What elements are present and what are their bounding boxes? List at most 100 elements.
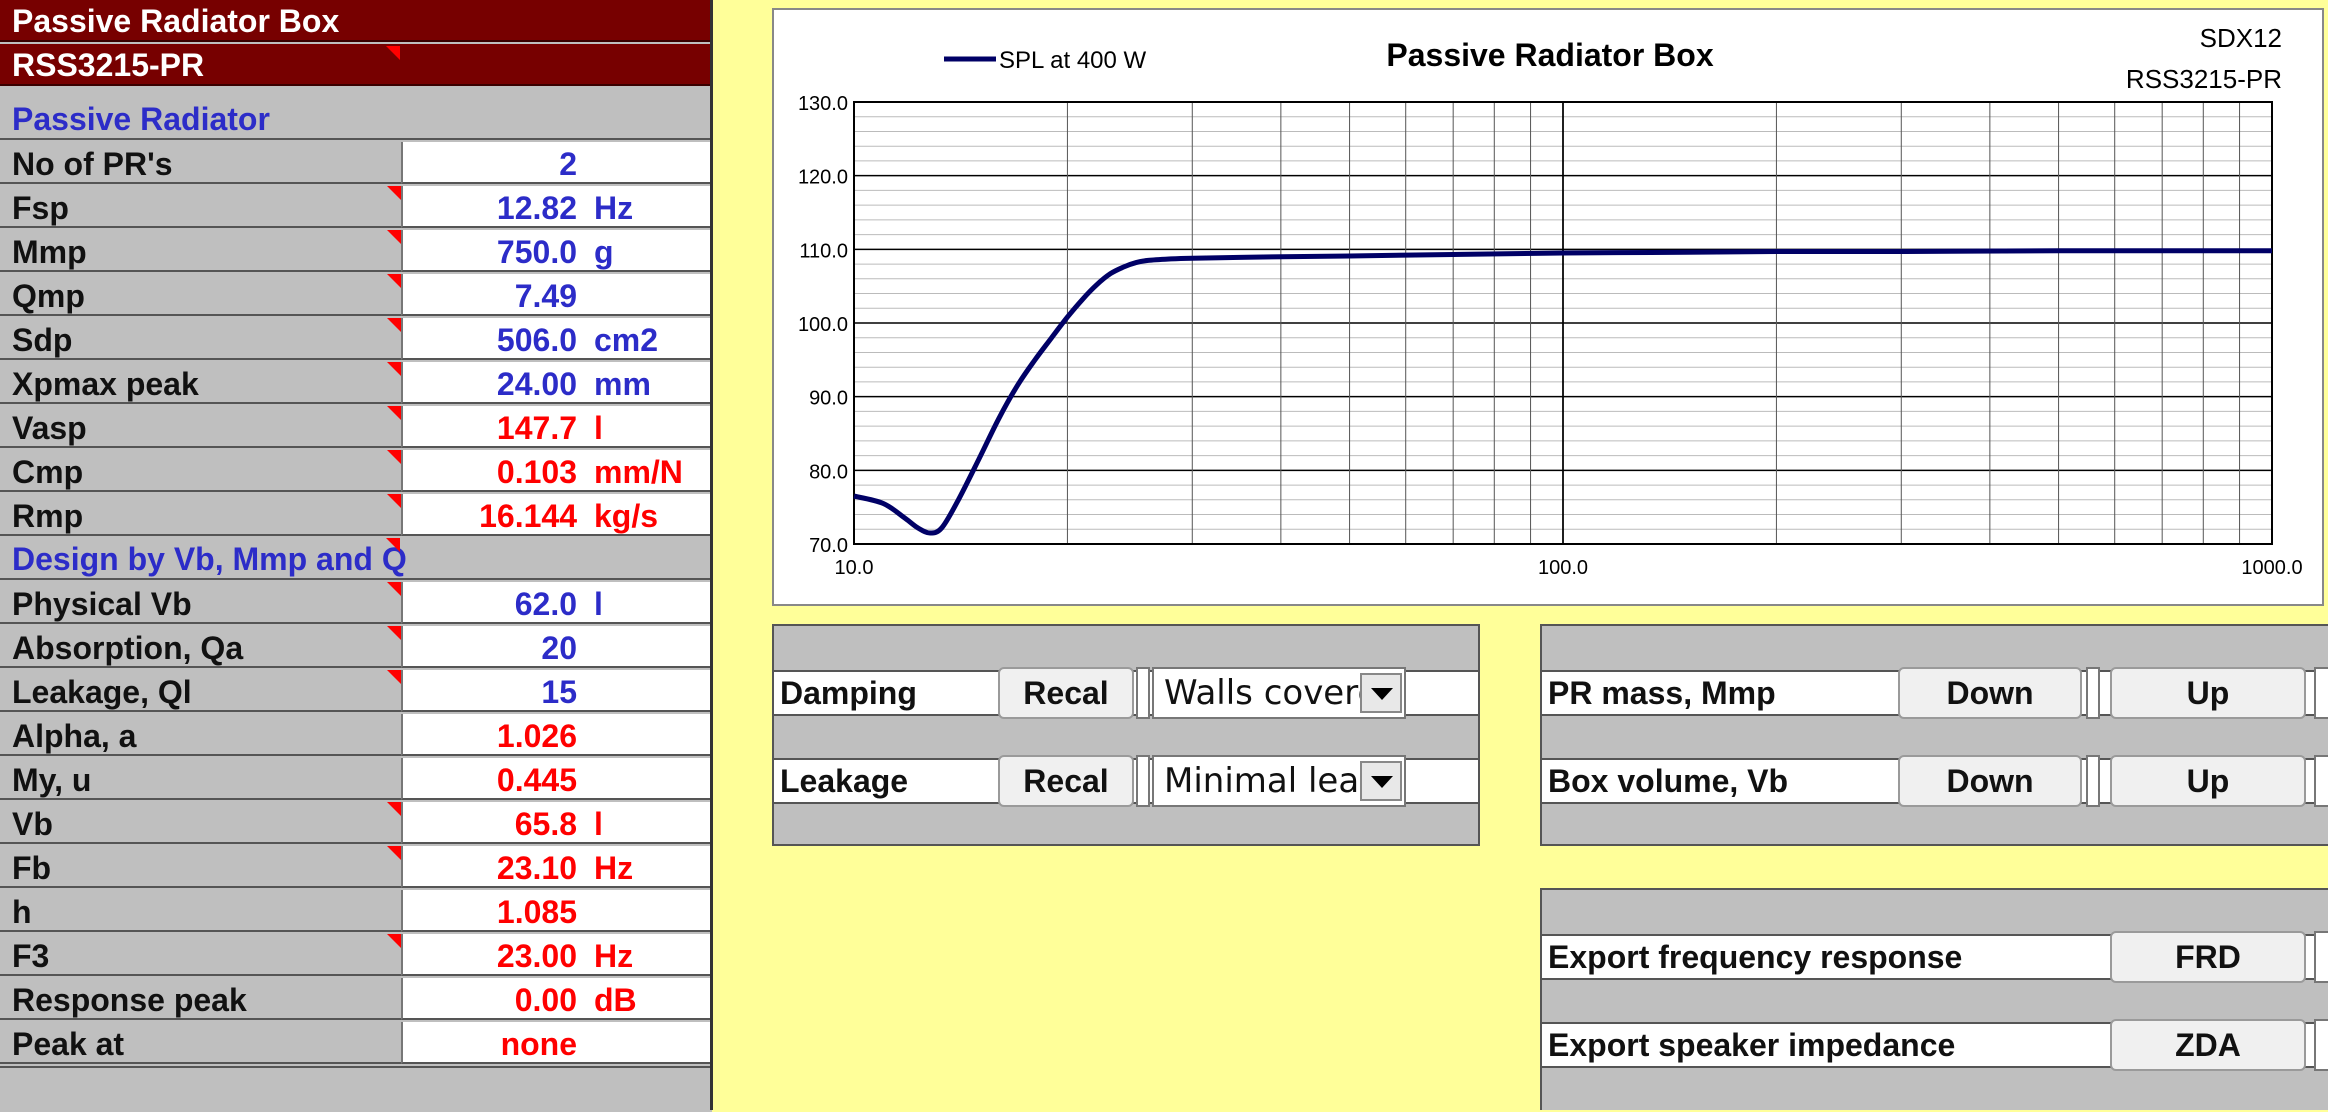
param-value-cell[interactable]: 20 [401, 626, 712, 668]
comment-marker[interactable] [386, 538, 400, 552]
param-label: F3 [0, 934, 401, 976]
comment-marker[interactable] [387, 230, 401, 244]
param-label: Physical Vb [0, 582, 401, 624]
chevron-down-icon[interactable] [1360, 673, 1402, 713]
param-value: 506.0 [496, 322, 577, 358]
param-row: Absorption, Qa 20 [0, 626, 712, 670]
param-label: No of PR's [0, 142, 401, 184]
pr-mass-down-button[interactable]: Down [1898, 667, 2082, 719]
param-value-cell[interactable]: 12.82 Hz [401, 186, 712, 228]
y-tick-label: 90.0 [809, 388, 848, 410]
param-value-cell[interactable]: 0.103 mm/N [401, 450, 712, 492]
export-fr-edge [2314, 931, 2328, 983]
box-volume-edge [2314, 755, 2328, 807]
param-label: Rmp [0, 494, 401, 536]
comment-marker[interactable] [387, 934, 401, 948]
section-design-label: Design by Vb, Mmp and Q [12, 541, 407, 577]
y-tick-label: 70.0 [809, 535, 848, 557]
param-value: 1.026 [496, 718, 577, 754]
param-value-cell[interactable]: 62.0 l [401, 582, 712, 624]
chevron-down-icon[interactable] [1360, 761, 1402, 801]
param-value: 0.445 [496, 762, 577, 798]
param-label: Vb [0, 802, 401, 844]
pr-mass-label: PR mass, Mmp [1548, 675, 1776, 711]
param-value-cell[interactable]: 750.0 g [401, 230, 712, 272]
param-value: 62.0 [514, 586, 577, 622]
section-design: Design by Vb, Mmp and Q [0, 538, 712, 580]
box-volume-down-button[interactable]: Down [1898, 755, 2082, 807]
comment-marker[interactable] [387, 494, 401, 508]
param-unit: dB [594, 982, 637, 1018]
param-value: 0.103 [496, 454, 577, 490]
comment-marker[interactable] [387, 406, 401, 420]
param-value-cell[interactable]: 0.00 dB [401, 978, 712, 1020]
comment-marker[interactable] [387, 318, 401, 332]
x-tick-label: 100.0 [1538, 557, 1588, 579]
param-unit: g [594, 234, 614, 270]
chart-legend: SPL at 400 W [944, 47, 1147, 74]
sheet-model: RSS3215-PR [0, 44, 712, 86]
y-tick-label: 110.0 [799, 240, 848, 262]
sheet-border [710, 0, 713, 1110]
comment-marker[interactable] [387, 582, 401, 596]
damping-select[interactable]: Walls covered [1152, 667, 1406, 719]
param-value: 0.00 [514, 982, 577, 1018]
param-value-cell[interactable]: 1.026 [401, 714, 712, 756]
adjust-panel: PR mass, Mmp Down Up Box volume, Vb Down… [1540, 624, 2328, 846]
param-row: Peak at none [0, 1022, 712, 1066]
param-value-cell[interactable]: none [401, 1022, 712, 1064]
param-unit: l [594, 586, 603, 622]
param-value-cell[interactable]: 0.445 [401, 758, 712, 800]
comment-marker[interactable] [387, 846, 401, 860]
section-passive-radiator: Passive Radiator [0, 98, 712, 140]
export-imp-label: Export speaker impedance [1548, 1027, 1956, 1063]
param-value-cell[interactable]: 147.7 l [401, 406, 712, 448]
param-value-cell[interactable]: 16.144 kg/s [401, 494, 712, 536]
param-row: Physical Vb 62.0 l [0, 582, 712, 626]
param-row: Xpmax peak 24.00 mm [0, 362, 712, 406]
x-tick-label: 10.0 [835, 557, 874, 579]
pr-mass-spacer [2086, 667, 2100, 719]
pr-mass-up-button[interactable]: Up [2110, 667, 2306, 719]
comment-marker[interactable] [387, 802, 401, 816]
param-value-cell[interactable]: 65.8 l [401, 802, 712, 844]
leakage-recal-button[interactable]: Recal [998, 755, 1134, 807]
damping-combo-left-edge [1136, 667, 1150, 719]
param-value-cell[interactable]: 15 [401, 670, 712, 712]
param-value: 16.144 [479, 498, 577, 534]
comment-marker[interactable] [387, 670, 401, 684]
param-value: 147.7 [496, 410, 577, 446]
param-value-cell[interactable]: 23.10 Hz [401, 846, 712, 888]
comment-marker[interactable] [387, 450, 401, 464]
box-volume-spacer [2086, 755, 2100, 807]
export-frd-button[interactable]: FRD [2110, 931, 2306, 983]
param-row: Qmp 7.49 [0, 274, 712, 318]
leakage-select[interactable]: Minimal leakage [1152, 755, 1406, 807]
param-value-cell[interactable]: 506.0 cm2 [401, 318, 712, 360]
param-row: Fsp 12.82 Hz [0, 186, 712, 230]
param-value-cell[interactable]: 2 [401, 142, 712, 184]
param-value: 23.00 [496, 938, 577, 974]
comment-marker[interactable] [387, 274, 401, 288]
y-tick-label: 80.0 [809, 461, 848, 483]
param-row: Vb 65.8 l [0, 802, 712, 846]
param-value-cell[interactable]: 24.00 mm [401, 362, 712, 404]
comment-marker[interactable] [386, 46, 400, 60]
param-unit: cm2 [594, 322, 659, 358]
damping-label: Damping [780, 675, 917, 711]
param-value-cell[interactable]: 7.49 [401, 274, 712, 316]
comment-marker[interactable] [387, 626, 401, 640]
comment-marker[interactable] [387, 186, 401, 200]
param-row: F3 23.00 Hz [0, 934, 712, 978]
damping-recal-button[interactable]: Recal [998, 667, 1134, 719]
comment-marker[interactable] [387, 362, 401, 376]
box-volume-up-button[interactable]: Up [2110, 755, 2306, 807]
y-tick-label: 130.0 [798, 93, 848, 115]
param-row: Vasp 147.7 l [0, 406, 712, 450]
param-unit: mm/N [594, 454, 683, 490]
param-row: Rmp 16.144 kg/s [0, 494, 712, 538]
param-value-cell[interactable]: 23.00 Hz [401, 934, 712, 976]
param-value-cell[interactable]: 1.085 [401, 890, 712, 932]
export-zda-button[interactable]: ZDA [2110, 1019, 2306, 1071]
sheet-footer [0, 1066, 712, 1112]
